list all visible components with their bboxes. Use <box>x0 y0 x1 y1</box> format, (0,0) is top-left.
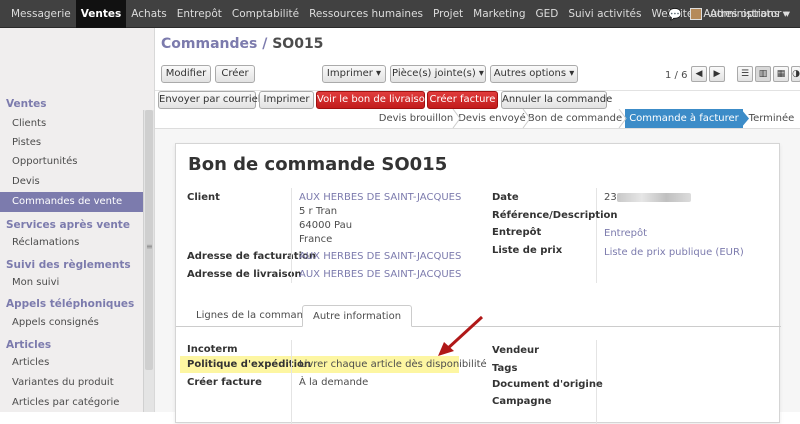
sidebar-item-commandes-de-vente[interactable]: Commandes de vente <box>0 192 143 212</box>
billing-link[interactable]: AUX HERBES DE SAINT-JACQUES <box>299 251 461 262</box>
more-options-dropdown[interactable]: Autres options ▾ <box>490 65 578 83</box>
menu-marketing[interactable]: Marketing <box>468 0 530 28</box>
main-content: Commandes / SO015 Modifier Créer Imprime… <box>155 28 800 424</box>
sidebar-item-appels-consignes[interactable]: Appels consignés <box>0 313 143 333</box>
invoice-policy-label: Créer facture <box>187 377 262 388</box>
shipping-label: Adresse de livraison <box>187 269 302 280</box>
shipping-link[interactable]: AUX HERBES DE SAINT-JACQUES <box>299 269 461 280</box>
menu-comptabilite[interactable]: Comptabilité <box>227 0 304 28</box>
divider <box>291 188 292 283</box>
sidebar-item-opportunites[interactable]: Opportunités <box>0 152 143 172</box>
incoterm-label: Incoterm <box>187 344 238 355</box>
date-label: Date <box>492 192 519 203</box>
address-line2: 64000 Pau <box>299 220 353 231</box>
stage-arrows <box>452 109 749 128</box>
arrow-annotation-icon <box>438 315 484 356</box>
form-sheet: Bon de commande SO015 Client AUX HERBES … <box>175 143 781 424</box>
sidebar-section-services: Services après vente <box>6 219 130 231</box>
sidebar-item-articles[interactable]: Articles <box>0 353 143 373</box>
sidebar-item-mon-suivi[interactable]: Mon suivi <box>0 273 143 293</box>
menu-ventes[interactable]: Ventes <box>75 0 127 28</box>
sidebar-scrollbar[interactable]: ≡ <box>143 110 154 412</box>
warehouse-label: Entrepôt <box>492 227 542 238</box>
sidebar-section-articles: Articles <box>6 339 52 351</box>
breadcrumb-parent[interactable]: Commandes <box>161 36 257 52</box>
invoice-policy-value[interactable]: À la demande <box>299 377 368 388</box>
sidebar-section-reglements: Suivi des règlements <box>6 259 131 271</box>
menu-ged[interactable]: GED <box>531 0 564 28</box>
form-view-icon[interactable]: ▥ <box>755 66 771 82</box>
sidebar-item-reclamations[interactable]: Réclamations <box>0 233 143 253</box>
billing-label: Adresse de facturation <box>187 251 317 262</box>
address-line1: 5 r Tran <box>299 206 338 217</box>
pricelist-link[interactable]: Liste de prix publique (EUR) <box>604 247 744 258</box>
calendar-view-icon[interactable]: ▦ <box>773 66 789 82</box>
menu-projet[interactable]: Projet <box>428 0 468 28</box>
list-view-icon[interactable]: ☰ <box>737 66 753 82</box>
top-right: 💬 Administrator ▾ <box>668 0 790 28</box>
address-country: France <box>299 234 333 245</box>
sidebar-item-clients[interactable]: Clients <box>0 114 143 134</box>
date-value: 23 <box>604 192 617 203</box>
top-navbar: Messagerie Ventes Achats Entrepôt Compta… <box>0 0 800 28</box>
menu-entrepot[interactable]: Entrepôt <box>172 0 227 28</box>
chat-icon[interactable]: 💬 <box>668 8 682 21</box>
user-menu[interactable]: Administrator ▾ <box>710 8 790 20</box>
prev-icon[interactable]: ◀ <box>691 66 707 82</box>
blurred-date <box>617 193 691 202</box>
shipping-policy-value[interactable]: Livrer chaque article dès disponibilité <box>299 359 487 370</box>
sidebar-item-variantes[interactable]: Variantes du produit <box>0 373 143 393</box>
scrollbar-thumb[interactable] <box>145 110 153 370</box>
sidebar-section-ventes: Ventes <box>6 98 47 110</box>
sidebar-item-devis[interactable]: Devis <box>0 172 143 192</box>
client-label: Client <box>187 192 220 203</box>
next-icon[interactable]: ▶ <box>709 66 725 82</box>
grip-icon: ≡ <box>146 242 153 251</box>
shipping-policy-label: Politique d'expédition <box>187 359 311 370</box>
tab-other-information[interactable]: Autre information <box>302 305 413 327</box>
vendor-label: Vendeur <box>492 345 540 356</box>
reference-label: Référence/Description <box>492 210 618 221</box>
sidebar-item-articles-par-categorie[interactable]: Articles par catégorie <box>0 393 143 413</box>
warehouse-link[interactable]: Entrepôt <box>604 228 647 239</box>
campaign-label: Campagne <box>492 396 552 407</box>
print-button[interactable]: Imprimer <box>259 91 314 109</box>
divider <box>596 188 597 283</box>
menu-messagerie[interactable]: Messagerie <box>6 0 76 28</box>
pager: 1 / 6 <box>665 70 688 81</box>
pricelist-label: Liste de prix <box>492 245 563 256</box>
create-invoice-button[interactable]: Créer facture <box>427 91 498 109</box>
breadcrumb-separator: / <box>262 36 268 52</box>
origin-label: Document d'origine <box>492 379 603 390</box>
tags-label: Tags <box>492 363 518 374</box>
avatar[interactable] <box>689 8 702 20</box>
sidebar: Ventes Clients Pistes Opportunités Devis… <box>0 28 155 412</box>
other-view-icon[interactable]: ◑ <box>791 66 800 82</box>
edit-button[interactable]: Modifier <box>161 65 211 83</box>
send-email-button[interactable]: Envoyer par courriel <box>158 91 261 109</box>
client-link[interactable]: AUX HERBES DE SAINT-JACQUES <box>299 192 461 203</box>
print-dropdown[interactable]: Imprimer ▾ <box>322 65 386 83</box>
menu-ressources-humaines[interactable]: Ressources humaines <box>304 0 428 28</box>
cancel-order-button[interactable]: Annuler la commande <box>501 91 612 109</box>
menu-suivi-activites[interactable]: Suivi activités <box>563 0 646 28</box>
attachments-dropdown[interactable]: Pièce(s) jointe(s) ▾ <box>390 65 486 83</box>
sidebar-item-pistes[interactable]: Pistes <box>0 133 143 153</box>
view-delivery-button[interactable]: Voir le bon de livraison <box>316 91 431 109</box>
page-title: Bon de commande SO015 <box>188 154 448 175</box>
breadcrumb-current: SO015 <box>272 36 324 52</box>
menu-achats[interactable]: Achats <box>126 0 171 28</box>
breadcrumb: Commandes / SO015 <box>161 34 323 54</box>
create-button[interactable]: Créer <box>215 65 255 83</box>
sidebar-section-appels: Appels téléphoniques <box>6 298 135 310</box>
divider <box>291 340 292 424</box>
